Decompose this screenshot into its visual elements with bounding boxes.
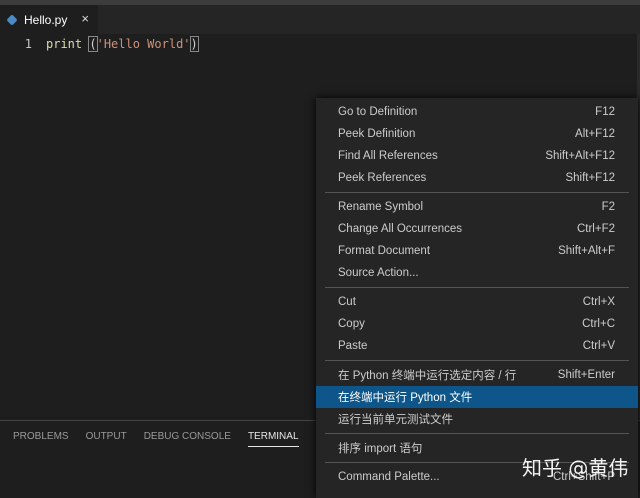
tab-label: Hello.py bbox=[24, 12, 68, 27]
menu-item-label: Change All Occurrences bbox=[338, 223, 463, 235]
menu-separator bbox=[325, 287, 629, 288]
tab-terminal[interactable]: TERMINAL bbox=[247, 431, 299, 447]
menu-item-label: Peek Definition bbox=[338, 128, 416, 140]
menu-item[interactable]: Go to Definition F12 bbox=[316, 101, 638, 123]
menu-item-label: 在 Python 终端中运行选定内容 / 行 bbox=[338, 370, 517, 382]
menu-item[interactable]: Paste Ctrl+V bbox=[316, 335, 638, 357]
tab-output[interactable]: OUTPUT bbox=[86, 431, 127, 447]
tab-problems[interactable]: PROBLEMS bbox=[13, 431, 69, 447]
menu-item[interactable]: 在终端中运行 Python 文件 bbox=[316, 386, 638, 408]
menu-item-shortcut: Shift+Alt+F bbox=[558, 245, 615, 257]
code-paren-open: ( bbox=[88, 35, 98, 52]
menu-item-shortcut: Shift+F12 bbox=[565, 172, 615, 184]
menu-item[interactable]: Peek Definition Alt+F12 bbox=[316, 123, 638, 145]
context-menu: Go to Definition F12 Peek Definition Alt+F1… bbox=[316, 98, 638, 498]
code-paren-close: ) bbox=[189, 35, 199, 52]
menu-item[interactable]: Copy Ctrl+C bbox=[316, 313, 638, 335]
code-function: print bbox=[46, 36, 83, 51]
menu-item-shortcut: F12 bbox=[595, 106, 615, 118]
editor-tab-hello-py[interactable]: Hello.py × bbox=[0, 5, 98, 34]
menu-item-label: Find All References bbox=[338, 150, 438, 162]
menu-item[interactable]: Source Action... bbox=[316, 262, 638, 284]
menu-item-shortcut: Ctrl+X bbox=[582, 296, 615, 308]
menu-item-label: Copy bbox=[338, 318, 365, 330]
menu-item-label: Paste bbox=[338, 340, 368, 352]
menu-item[interactable]: Peek References Shift+F12 bbox=[316, 167, 638, 189]
menu-separator bbox=[325, 360, 629, 361]
menu-item-shortcut: Alt+F12 bbox=[575, 128, 615, 140]
menu-item-shortcut: F2 bbox=[601, 201, 615, 213]
menu-item-label: Source Action... bbox=[338, 267, 419, 279]
menu-item-label: Rename Symbol bbox=[338, 201, 424, 213]
watermark: 知乎 @黄伟 bbox=[522, 456, 629, 480]
menu-item-label: Format Document bbox=[338, 245, 431, 257]
menu-item-shortcut: Shift+Alt+F12 bbox=[545, 150, 615, 162]
python-file-icon bbox=[6, 13, 18, 26]
menu-item[interactable]: Change All Occurrences Ctrl+F2 bbox=[316, 218, 638, 240]
line-number: 1 bbox=[24, 36, 32, 51]
menu-item[interactable]: Find All References Shift+Alt+F12 bbox=[316, 145, 638, 167]
tab-debug-console[interactable]: DEBUG CONSOLE bbox=[144, 431, 231, 447]
menu-item-shortcut: Ctrl+C bbox=[582, 318, 615, 330]
menu-item-shortcut: Ctrl+V bbox=[582, 340, 615, 352]
menu-item[interactable]: Format Document Shift+Alt+F bbox=[316, 240, 638, 262]
menu-item-shortcut: Shift+Enter bbox=[557, 369, 615, 381]
close-icon[interactable]: × bbox=[81, 11, 89, 26]
menu-item[interactable]: 在 Python 终端中运行选定内容 / 行 Shift+Enter bbox=[316, 364, 638, 386]
menu-item[interactable]: Cut Ctrl+X bbox=[316, 291, 638, 313]
menu-separator bbox=[325, 192, 629, 193]
menu-item-label: Go to Definition bbox=[338, 106, 418, 118]
code-string: 'Hello World' bbox=[96, 36, 191, 51]
editor-tab-bar: Hello.py × bbox=[0, 5, 640, 34]
menu-item[interactable]: Rename Symbol F2 bbox=[316, 196, 638, 218]
menu-separator bbox=[325, 433, 629, 434]
menu-item-label: Command Palette... bbox=[338, 471, 440, 483]
menu-item[interactable]: 运行当前单元测试文件 bbox=[316, 408, 638, 430]
menu-item-label: Peek References bbox=[338, 172, 427, 184]
menu-item-label: 运行当前单元测试文件 bbox=[338, 414, 453, 426]
code-line[interactable]: 1 print ('Hello World') bbox=[0, 34, 640, 53]
menu-item-shortcut: Ctrl+F2 bbox=[576, 223, 615, 235]
menu-item-label: Cut bbox=[338, 296, 356, 308]
menu-item-label: 排序 import 语句 bbox=[338, 443, 423, 455]
menu-item-label: 在终端中运行 Python 文件 bbox=[338, 392, 473, 404]
